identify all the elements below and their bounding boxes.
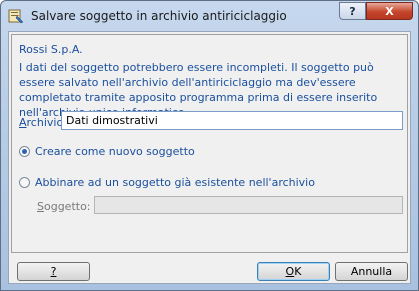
ok-button[interactable]: OK <box>257 262 330 281</box>
radio-create-new[interactable] <box>19 146 30 157</box>
soggetto-label-text: oggetto: <box>43 200 91 213</box>
dialog-client-area: Rossi S.p.A. I dati del soggetto potrebb… <box>8 31 411 284</box>
title-close-button[interactable]: X <box>366 2 413 20</box>
content-panel: Rossi S.p.A. I dati del soggetto potrebb… <box>11 34 408 253</box>
archivio-label: Archivio: <box>19 116 67 129</box>
close-icon: X <box>385 4 394 18</box>
cancel-button-label: Annulla <box>350 265 393 278</box>
archivio-label-access-key: A <box>19 116 27 129</box>
cancel-button[interactable]: Annulla <box>335 262 408 281</box>
help-icon: ? <box>349 4 356 18</box>
title-help-button[interactable]: ? <box>339 2 366 20</box>
option-create-new[interactable]: Creare come nuovo soggetto <box>19 145 195 158</box>
option-link-existing-label: Abbinare ad un soggetto già esistente ne… <box>35 176 315 189</box>
soggetto-label: Soggetto: <box>37 200 91 213</box>
dialog-window: Salvare soggetto in archivio antiricicla… <box>0 0 419 291</box>
archivio-input[interactable] <box>61 111 403 130</box>
help-button-label: ? <box>50 265 57 278</box>
help-button[interactable]: ? <box>17 262 90 281</box>
option-link-existing[interactable]: Abbinare ad un soggetto già esistente ne… <box>19 176 315 189</box>
title-bar[interactable]: Salvare soggetto in archivio antiricicla… <box>1 1 418 31</box>
app-icon <box>8 9 24 24</box>
company-name: Rossi S.p.A. <box>19 43 83 56</box>
soggetto-input <box>94 196 403 214</box>
ok-button-access-key: O <box>285 265 295 278</box>
ok-button-label: K <box>294 265 302 278</box>
window-title: Salvare soggetto in archivio antiricicla… <box>31 9 287 23</box>
option-create-new-label: Creare come nuovo soggetto <box>35 145 195 158</box>
radio-link-existing[interactable] <box>19 177 30 188</box>
soggetto-label-access-key: S <box>37 200 44 213</box>
